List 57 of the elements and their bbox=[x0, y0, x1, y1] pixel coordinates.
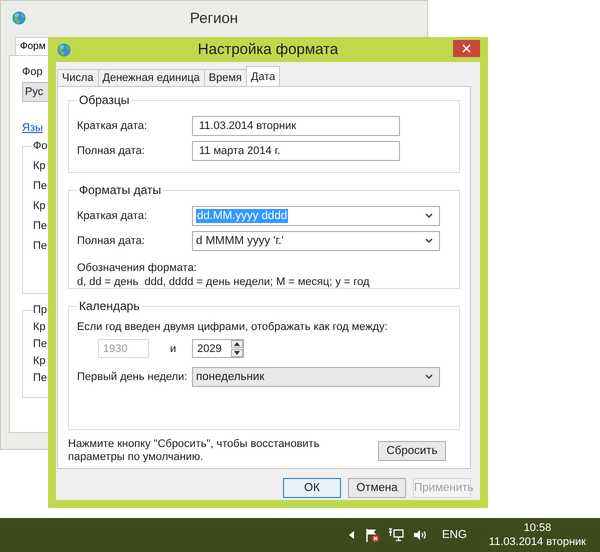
field-label: Кр bbox=[33, 160, 46, 172]
field-label: Полная дата: bbox=[77, 235, 146, 248]
group-legend: Форматы даты bbox=[77, 183, 164, 198]
language-indicator[interactable]: ENG bbox=[442, 529, 467, 541]
field-label: Пе bbox=[33, 372, 48, 384]
globe-icon bbox=[11, 10, 27, 26]
field-label: Пе bbox=[33, 240, 48, 252]
format-notation: Обозначения формата: d, dd = день ddd, dddd = день недели; M = месяц; y = год bbox=[77, 261, 370, 290]
tab[interactable]: Дата bbox=[246, 66, 280, 86]
tab[interactable]: Числа bbox=[57, 69, 99, 86]
flag-icon[interactable] bbox=[364, 527, 380, 543]
and-label: и bbox=[170, 342, 176, 355]
two-digit-year-text: Если год введен двумя цифрами, отображать как год между: bbox=[77, 321, 389, 334]
group-legend: Пр bbox=[33, 304, 50, 316]
window-title: Регион bbox=[188, 10, 240, 26]
reset-hint: Нажмите кнопку "Сбросить", чтобы восстановить параметры по умолчанию. bbox=[68, 438, 320, 464]
clock[interactable]: 10:58 11.03.2014 вторник bbox=[488, 521, 586, 549]
down-arrow-icon bbox=[234, 351, 240, 356]
tab[interactable]: Денежная единица bbox=[98, 69, 205, 86]
year-spinbox[interactable]: 2029 bbox=[192, 339, 244, 358]
chevron-down-icon bbox=[425, 213, 433, 220]
dialog-button[interactable]: Отмена bbox=[348, 478, 406, 498]
field-label: Краткая дата: bbox=[77, 210, 148, 222]
group-legend: Образцы bbox=[77, 93, 132, 107]
format-combobox[interactable]: d MMMM yyyy 'г.' bbox=[192, 231, 440, 252]
field-label: Пе bbox=[33, 338, 48, 350]
tab[interactable]: Время bbox=[204, 69, 247, 86]
spin-up-button[interactable] bbox=[231, 340, 244, 348]
sample-field: 11 марта 2014 г. bbox=[192, 141, 400, 161]
field-label: Пе bbox=[33, 220, 48, 232]
dialog-button[interactable]: ОК bbox=[283, 478, 341, 498]
field-label: Кр bbox=[33, 200, 46, 212]
field-label: Пе bbox=[33, 180, 48, 192]
group-legend: Фо bbox=[33, 140, 50, 152]
sample-field: 11.03.2014 вторник bbox=[192, 116, 400, 136]
field-label: Краткая дата: bbox=[77, 120, 148, 132]
globe-icon bbox=[56, 42, 72, 58]
up-arrow-icon bbox=[234, 342, 240, 346]
field-label: Полная дата: bbox=[77, 145, 146, 157]
network-icon[interactable] bbox=[388, 527, 404, 543]
spin-down-button[interactable] bbox=[231, 349, 244, 358]
link[interactable]: Язы bbox=[22, 122, 43, 134]
chevron-down-icon bbox=[425, 238, 433, 244]
field-label: Фор bbox=[22, 66, 43, 78]
field-label: Первый день недели: bbox=[77, 371, 188, 384]
close-icon bbox=[462, 44, 471, 53]
field-label: Кр bbox=[33, 321, 46, 333]
close-button[interactable] bbox=[453, 40, 480, 57]
reset-button[interactable]: Сбросить bbox=[378, 441, 446, 461]
window-title: Настройка формата bbox=[196, 41, 340, 58]
tab[interactable]: Форм bbox=[15, 37, 49, 55]
group-legend: Календарь bbox=[77, 299, 142, 314]
first-day-dropdown[interactable]: понедельник bbox=[192, 367, 440, 388]
field-label: Кр bbox=[33, 355, 46, 367]
show-hidden-icons-icon[interactable] bbox=[349, 531, 354, 539]
format-dropdown[interactable]: Рус bbox=[22, 82, 50, 102]
chevron-down-icon bbox=[425, 374, 433, 380]
